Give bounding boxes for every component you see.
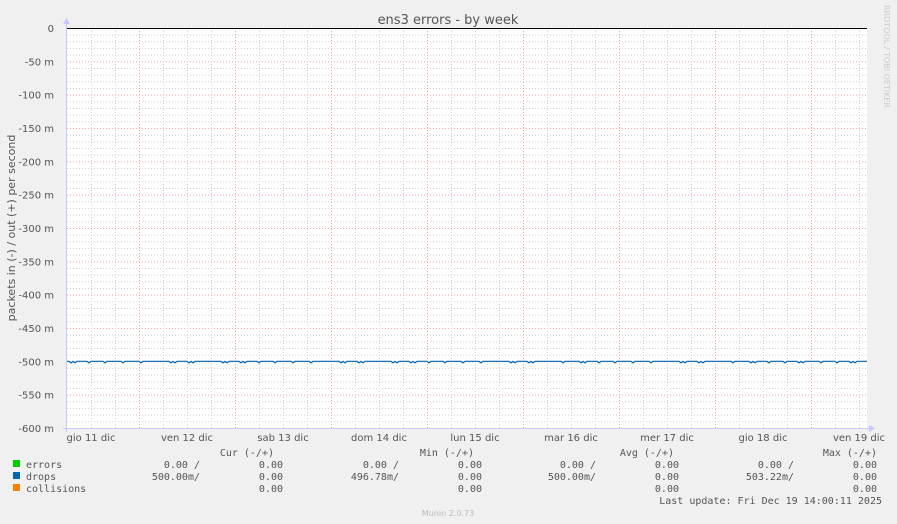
x-tick-label: mar 16 dic (544, 433, 598, 444)
last-update: Last update: Fri Dec 19 14:00:11 2025 (659, 496, 882, 507)
x-tick-label: ven 19 dic (833, 433, 885, 444)
legend-value: 0.00 (458, 484, 482, 495)
legend-label: errors (26, 460, 62, 471)
legend-value: 500.00m/ (548, 472, 596, 483)
legend-swatch-collisions (13, 484, 20, 491)
legend-value: 500.00m/ (152, 472, 200, 483)
watermark: RRDTOOL / TOBI OETIKER (882, 5, 891, 108)
legend-value: 0.00 (259, 472, 283, 483)
y-axis-label: packets in (-) / out (+) per second (5, 135, 18, 322)
y-tick-label: -500 m (18, 357, 54, 368)
legend-header: Avg (-/+) (620, 448, 674, 459)
y-tick-label: -250 m (18, 191, 54, 202)
legend-value: 0.00 (853, 484, 877, 495)
y-tick-label: 0 (48, 24, 54, 35)
chart-title: ens3 errors - by week (378, 13, 519, 28)
legend-header: Cur (-/+) (220, 448, 274, 459)
y-tick-label: -200 m (18, 157, 54, 168)
y-tick-label: -50 m (25, 57, 54, 68)
y-tick-label: -350 m (18, 257, 54, 268)
legend-value: 0.00 (853, 460, 877, 471)
legend-label: collisions (26, 484, 86, 495)
y-tick-label: -450 m (18, 324, 54, 335)
munin-version: Munin 2.0.73 (422, 509, 474, 518)
x-axis-arrow (869, 425, 875, 432)
legend-value: 496.78m/ (351, 472, 399, 483)
legend-value: 503.22m/ (746, 472, 794, 483)
y-tick-label: -150 m (18, 124, 54, 135)
legend-label: drops (26, 472, 56, 483)
x-tick-label: sab 13 dic (257, 433, 308, 444)
x-tick-label: lun 15 dic (450, 433, 499, 444)
x-tick-label: ven 12 dic (161, 433, 213, 444)
legend-value: 0.00 (458, 472, 482, 483)
legend-header: Min (-/+) (420, 448, 474, 459)
legend-swatch-drops (13, 472, 20, 479)
legend-value: 0.00 / (758, 460, 794, 471)
y-axis-arrow (63, 18, 70, 24)
y-tick-label: -400 m (18, 291, 54, 302)
x-tick-label: gio 11 dic (67, 433, 116, 444)
legend-value: 0.00 (853, 472, 877, 483)
x-tick-label: gio 18 dic (739, 433, 788, 444)
legend-value: 0.00 (655, 484, 679, 495)
legend-value: 0.00 (655, 460, 679, 471)
legend-header: Max (-/+) (823, 448, 877, 459)
legend-value: 0.00 (259, 484, 283, 495)
legend-value: 0.00 (259, 460, 283, 471)
x-tick-label: dom 14 dic (351, 433, 407, 444)
legend-value: 0.00 / (164, 460, 200, 471)
x-tick-label: mer 17 dic (640, 433, 694, 444)
legend-value: 0.00 / (560, 460, 596, 471)
chart: 0 -50 m -100 m -150 m -200 m -250 m -300 m -350… (5, 5, 891, 518)
legend-value: 0.00 / (363, 460, 399, 471)
legend-value: 0.00 (458, 460, 482, 471)
y-tick-label: -300 m (18, 224, 54, 235)
y-tick-label: -100 m (18, 91, 54, 102)
y-tick-label: -600 m (18, 424, 54, 435)
y-tick-label: -550 m (18, 391, 54, 402)
legend-swatch-errors (13, 460, 20, 467)
legend-value: 0.00 (655, 472, 679, 483)
